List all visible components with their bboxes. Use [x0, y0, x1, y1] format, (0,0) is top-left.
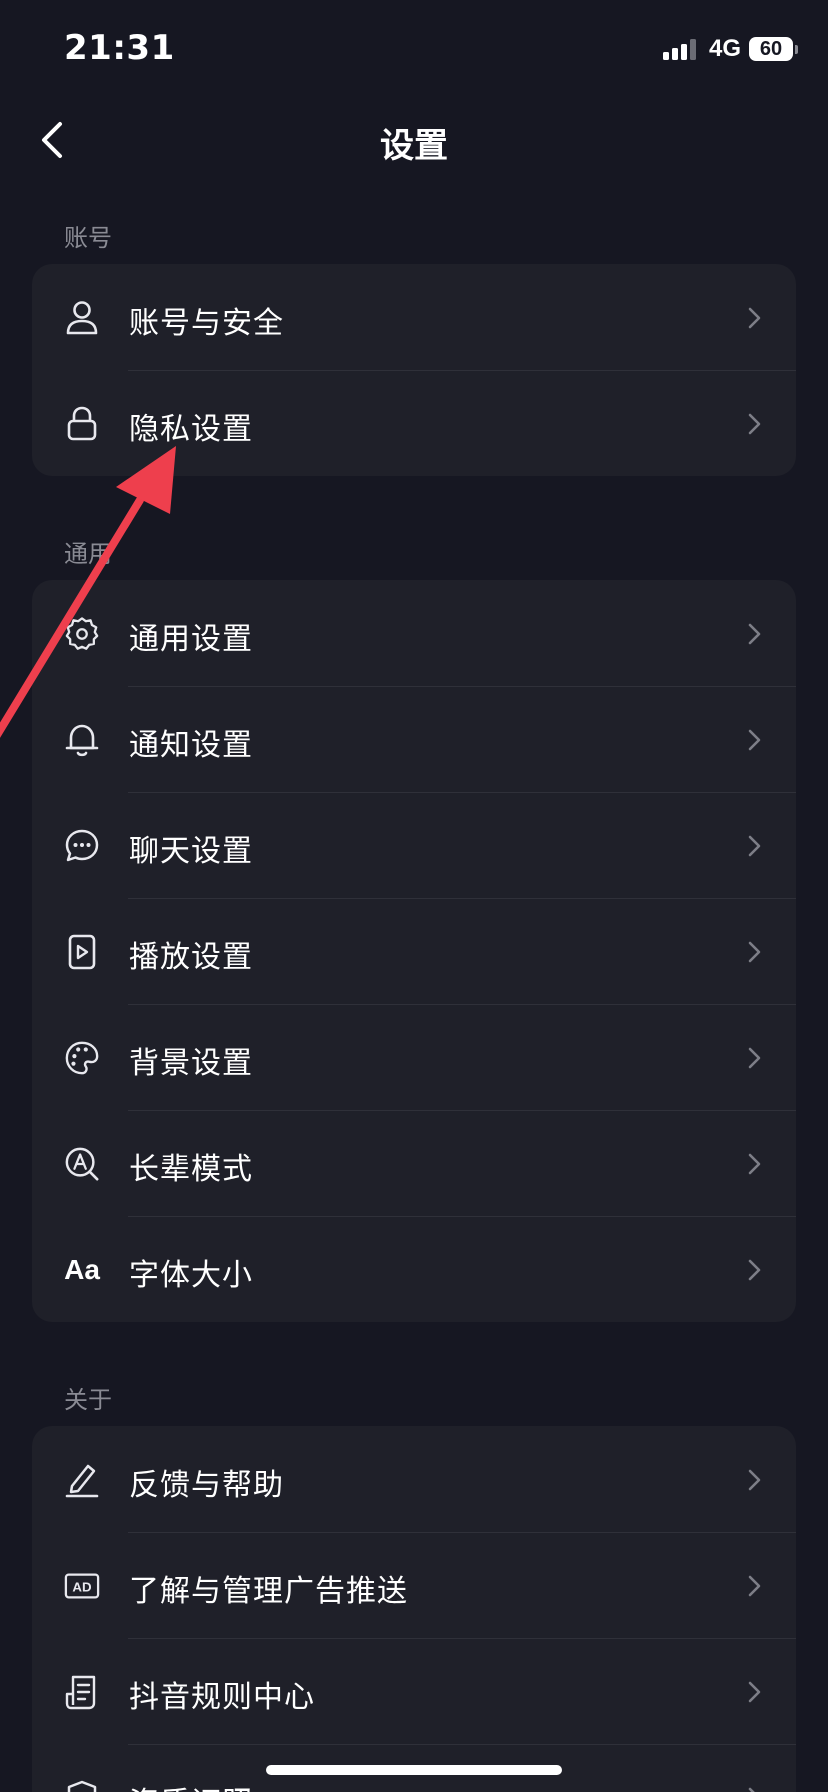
row-feedback-help[interactable]: 反馈与帮助: [32, 1426, 796, 1532]
bell-icon: [64, 722, 100, 758]
status-indicators: 4G 60: [662, 34, 798, 64]
row-background-settings[interactable]: 背景设置: [32, 1004, 796, 1110]
section-label-general: 通用: [64, 540, 112, 568]
row-privacy-settings[interactable]: 隐私设置: [32, 370, 796, 476]
battery-level: 60: [759, 37, 783, 60]
chevron-right-icon: [748, 413, 761, 435]
row-label: 反馈与帮助: [129, 1468, 284, 1503]
battery-icon: 60: [749, 37, 793, 61]
row-general-settings[interactable]: 通用设置: [32, 580, 796, 686]
network-type: 4G: [708, 35, 741, 62]
chevron-right-icon: [748, 1259, 761, 1281]
signal-icon: [662, 38, 699, 60]
row-rules-center[interactable]: 抖音规则中心: [32, 1638, 796, 1744]
battery-tip: [795, 44, 798, 54]
row-label: 播放设置: [129, 940, 253, 975]
row-notification-settings[interactable]: 通知设置: [32, 686, 796, 792]
row-label: 资质证照: [129, 1778, 253, 1792]
chat-bubble-icon: [64, 828, 100, 864]
page-title: 设置: [380, 126, 448, 166]
row-label: 通用设置: [129, 622, 253, 657]
row-playback-settings[interactable]: 播放设置: [32, 898, 796, 1004]
chevron-right-icon: [748, 835, 761, 857]
row-label: 隐私设置: [129, 412, 253, 447]
row-label: 背景设置: [129, 1046, 253, 1081]
chevron-right-icon: [748, 729, 761, 751]
row-label: 通知设置: [129, 728, 253, 763]
row-account-security[interactable]: 账号与安全: [32, 264, 796, 370]
chevron-right-icon: [748, 623, 761, 645]
row-label: 聊天设置: [129, 834, 253, 869]
elder-mode-icon: [64, 1146, 100, 1182]
chevron-right-icon: [748, 1153, 761, 1175]
ad-icon-text: AD: [72, 1580, 92, 1595]
row-label: 抖音规则中心: [129, 1680, 315, 1715]
document-icon: [64, 1674, 100, 1710]
row-label: 长辈模式: [129, 1152, 253, 1187]
chevron-right-icon: [748, 941, 761, 963]
ad-icon: AD: [64, 1568, 100, 1604]
section-label-account: 账号: [64, 224, 112, 252]
row-label: 账号与安全: [129, 306, 284, 341]
chevron-right-icon: [748, 1787, 755, 1792]
row-label: 了解与管理广告推送: [129, 1574, 408, 1609]
row-ad-management[interactable]: AD 了解与管理广告推送: [32, 1532, 796, 1638]
font-size-icon: Aa: [64, 1254, 100, 1285]
lock-icon: [64, 406, 100, 442]
settings-screen: 21:31 4G 60 设置 账号 账号与安全 隐私设置 通用 通用设置 通知设…: [0, 0, 828, 1792]
row-chat-settings[interactable]: 聊天设置: [32, 792, 796, 898]
person-icon: [64, 300, 100, 336]
row-label: 字体大小: [129, 1258, 253, 1293]
status-time: 21:31: [64, 28, 175, 68]
shield-icon: [64, 1780, 100, 1792]
chevron-right-icon: [748, 1681, 761, 1703]
chevron-right-icon: [748, 1047, 761, 1069]
home-indicator[interactable]: [266, 1765, 562, 1775]
pencil-icon: [64, 1462, 100, 1498]
chevron-right-icon: [748, 1469, 761, 1491]
nav-header: 设置: [0, 96, 828, 186]
row-font-size[interactable]: Aa 字体大小: [32, 1216, 796, 1322]
chevron-right-icon: [748, 307, 761, 329]
about-card: 反馈与帮助 AD 了解与管理广告推送 抖音规则中心 资质证照: [32, 1426, 796, 1792]
palette-icon: [64, 1040, 100, 1076]
general-card: 通用设置 通知设置 聊天设置 播放设置 背景设置 长辈模式 Aa 字体大小: [32, 580, 796, 1322]
section-label-about: 关于: [64, 1386, 112, 1414]
status-bar: 21:31 4G 60: [0, 0, 828, 96]
row-elder-mode[interactable]: 长辈模式: [32, 1110, 796, 1216]
chevron-right-icon: [748, 1575, 761, 1597]
gear-icon: [64, 616, 100, 652]
account-card: 账号与安全 隐私设置: [32, 264, 796, 476]
play-icon: [64, 934, 100, 970]
